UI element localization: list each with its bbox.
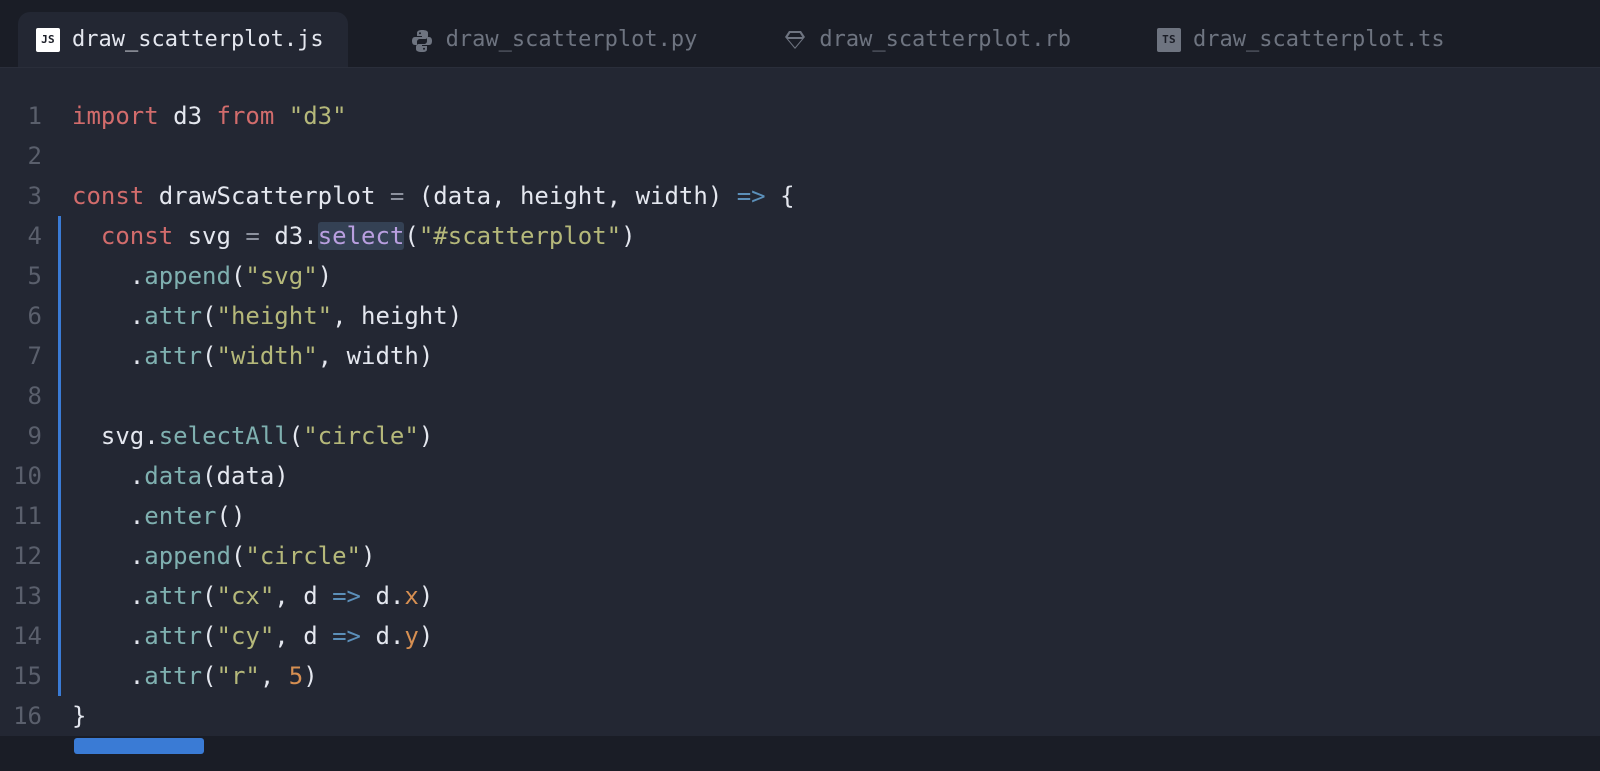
- code-line[interactable]: 12 .append("circle"): [0, 536, 1600, 576]
- python-file-icon: [410, 28, 434, 52]
- code-content: .append("svg"): [72, 256, 332, 296]
- line-number: 16: [0, 696, 58, 736]
- line-number: 11: [0, 496, 58, 536]
- indent-guide: [58, 376, 61, 416]
- line-number: 1: [0, 96, 58, 136]
- tab-label: draw_scatterplot.py: [446, 27, 698, 52]
- code-line[interactable]: 10 .data(data): [0, 456, 1600, 496]
- code-content: svg.selectAll("circle"): [72, 416, 433, 456]
- code-line[interactable]: 7 .attr("width", width): [0, 336, 1600, 376]
- line-number: 4: [0, 216, 58, 256]
- indent-guide: [58, 656, 61, 696]
- line-number: 8: [0, 376, 58, 416]
- line-number: 15: [0, 656, 58, 696]
- js-file-icon: JS: [36, 28, 60, 52]
- indent-guide: [58, 616, 61, 656]
- code-line[interactable]: 1 import d3 from "d3": [0, 96, 1600, 136]
- line-number: 12: [0, 536, 58, 576]
- line-number: 6: [0, 296, 58, 336]
- code-content: .attr("height", height): [72, 296, 462, 336]
- code-line[interactable]: 3 const drawScatterplot = (data, height, …: [0, 176, 1600, 216]
- line-number: 5: [0, 256, 58, 296]
- code-line[interactable]: 2: [0, 136, 1600, 176]
- horizontal-scrollbar-thumb[interactable]: [74, 738, 204, 754]
- code-content: .attr("cx", d => d.x): [72, 576, 433, 616]
- code-line[interactable]: 9 svg.selectAll("circle"): [0, 416, 1600, 456]
- indent-guide: [58, 536, 61, 576]
- tab-ts[interactable]: TS draw_scatterplot.ts: [1139, 12, 1469, 67]
- indent-guide: [58, 496, 61, 536]
- line-number: 3: [0, 176, 58, 216]
- line-number: 9: [0, 416, 58, 456]
- line-number: 13: [0, 576, 58, 616]
- tab-py[interactable]: draw_scatterplot.py: [392, 12, 722, 67]
- tab-js[interactable]: JS draw_scatterplot.js: [18, 12, 348, 67]
- code-line[interactable]: 5 .append("svg"): [0, 256, 1600, 296]
- tab-label: draw_scatterplot.ts: [1193, 27, 1445, 52]
- tab-label: draw_scatterplot.rb: [819, 27, 1071, 52]
- code-content: .data(data): [72, 456, 289, 496]
- code-content: .attr("r", 5): [72, 656, 318, 696]
- indent-guide: [58, 296, 61, 336]
- code-content: const svg = d3.select("#scatterplot"): [72, 216, 636, 256]
- code-editor[interactable]: 1 import d3 from "d3" 23 const drawScatterp…: [0, 68, 1600, 736]
- indent-guide: [58, 216, 61, 256]
- code-line[interactable]: 8: [0, 376, 1600, 416]
- code-content: .enter(): [72, 496, 245, 536]
- code-content: .attr("cy", d => d.y): [72, 616, 433, 656]
- ts-file-icon: TS: [1157, 28, 1181, 52]
- code-line[interactable]: 14 .attr("cy", d => d.y): [0, 616, 1600, 656]
- code-content: .attr("width", width): [72, 336, 433, 376]
- tab-rb[interactable]: draw_scatterplot.rb: [765, 12, 1095, 67]
- indent-guide: [58, 256, 61, 296]
- tab-label: draw_scatterplot.js: [72, 27, 324, 52]
- code-line[interactable]: 6 .attr("height", height): [0, 296, 1600, 336]
- code-line[interactable]: 16}: [0, 696, 1600, 736]
- line-number: 10: [0, 456, 58, 496]
- code-line[interactable]: 11 .enter(): [0, 496, 1600, 536]
- code-line[interactable]: 13 .attr("cx", d => d.x): [0, 576, 1600, 616]
- indent-guide: [58, 456, 61, 496]
- code-line[interactable]: 4 const svg = d3.select("#scatterplot"): [0, 216, 1600, 256]
- ruby-file-icon: [783, 28, 807, 52]
- line-number: 14: [0, 616, 58, 656]
- code-content: .append("circle"): [72, 536, 375, 576]
- indent-guide: [58, 336, 61, 376]
- line-number: 2: [0, 136, 58, 176]
- indent-guide: [58, 416, 61, 456]
- code-content: }: [72, 696, 86, 736]
- code-line[interactable]: 15 .attr("r", 5): [0, 656, 1600, 696]
- indent-guide: [58, 576, 61, 616]
- code-content: import d3 from "d3": [72, 96, 347, 136]
- tab-bar: JS draw_scatterplot.js draw_scatterplot.…: [0, 0, 1600, 68]
- code-content: const drawScatterplot = (data, height, w…: [72, 176, 795, 216]
- line-number: 7: [0, 336, 58, 376]
